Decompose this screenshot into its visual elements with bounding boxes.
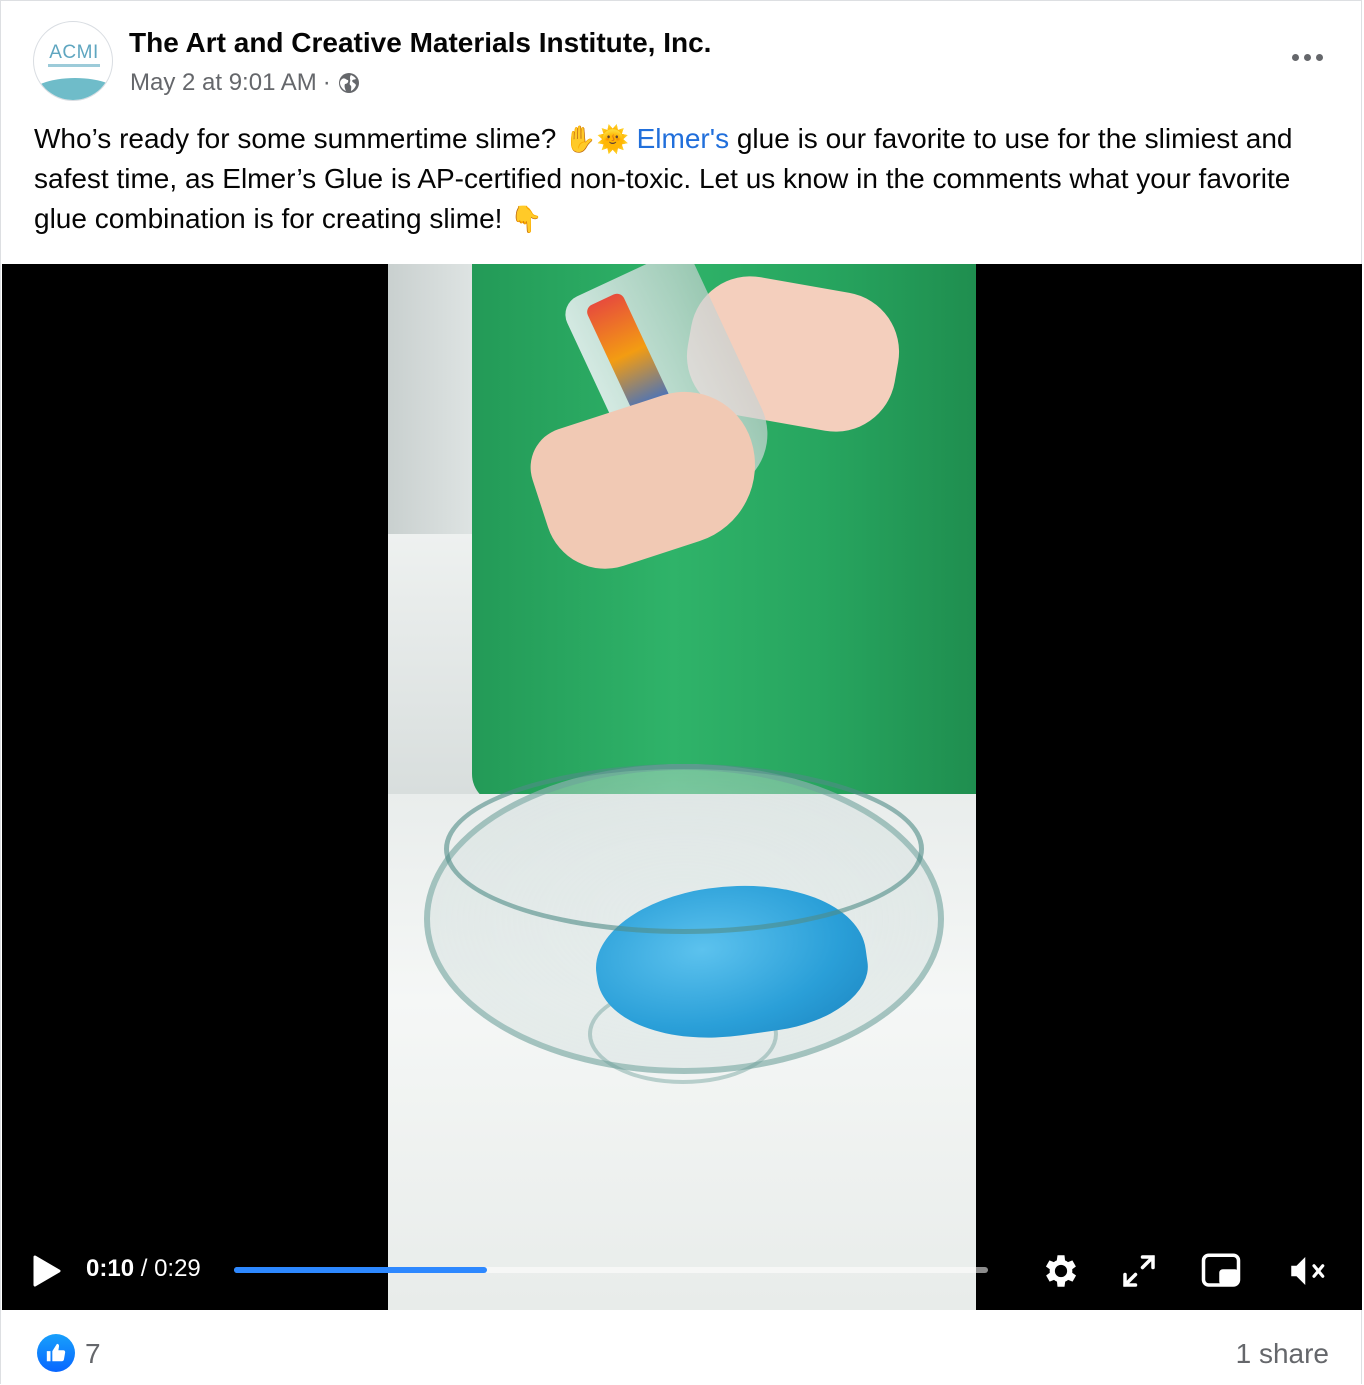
progress-bar[interactable] [234, 1267, 988, 1273]
muted-speaker-icon [1291, 1257, 1325, 1285]
fullscreen-icon [1123, 1255, 1155, 1287]
avatar-logo-text: ACMI [49, 42, 99, 63]
mute-button[interactable] [1286, 1250, 1328, 1292]
post-card: ACMI The Art and Creative Materials Inst… [0, 0, 1362, 1384]
post-message: Who’s ready for some summertime slime? ✋… [34, 119, 1334, 239]
pointing-down-emoji: 👇 [510, 204, 543, 234]
fullscreen-button[interactable] [1118, 1250, 1160, 1292]
page-name-link[interactable]: The Art and Creative Materials Institute… [129, 27, 711, 59]
more-dots-icon [1291, 53, 1299, 61]
video-time: 0:10 / 0:29 [86, 1255, 201, 1283]
video-frame [388, 264, 976, 1310]
globe-icon[interactable] [337, 71, 361, 95]
current-time: 0:10 [86, 1255, 135, 1282]
time-separator: / [134, 1255, 155, 1282]
video-controls: 0:10 / 0:29 [2, 1220, 1362, 1310]
more-options-button[interactable] [1285, 39, 1329, 75]
avatar[interactable]: ACMI [33, 21, 113, 101]
post-meta: May 2 at 9:01 AM · [130, 69, 361, 97]
video-player[interactable]: 0:10 / 0:29 [2, 264, 1362, 1310]
raised-hand-emoji: ✋ [564, 124, 597, 154]
play-icon [33, 1255, 61, 1287]
picture-in-picture-button[interactable] [1200, 1250, 1242, 1292]
post-header: ACMI The Art and Creative Materials Inst… [33, 21, 1329, 105]
more-dot [1303, 53, 1311, 61]
like-count[interactable]: 7 [85, 1338, 101, 1370]
video-bowl-rim [444, 764, 924, 934]
avatar-logo-underline [48, 64, 100, 67]
meta-separator: · [322, 69, 331, 96]
more-dot [1315, 53, 1323, 61]
post-footer: 7 1 share [1, 1310, 1363, 1385]
post-text-part1: Who’s ready for some summertime slime? [34, 123, 565, 154]
picture-in-picture-icon [1201, 1253, 1241, 1287]
thumbs-up-icon [46, 1343, 66, 1362]
play-button[interactable] [32, 1254, 62, 1288]
settings-button[interactable] [1040, 1250, 1082, 1292]
post-timestamp-link[interactable]: May 2 at 9:01 AM [130, 69, 317, 97]
avatar-wave [34, 78, 112, 100]
settings-gear-icon [1045, 1255, 1077, 1287]
share-count[interactable]: 1 share [1236, 1338, 1329, 1370]
progress-fill [234, 1267, 487, 1273]
sun-emoji: 🌞 [596, 124, 629, 154]
duration: 0:29 [154, 1255, 201, 1282]
reactions-button[interactable] [37, 1334, 75, 1372]
elmers-mention-link[interactable]: Elmer's [637, 123, 729, 154]
